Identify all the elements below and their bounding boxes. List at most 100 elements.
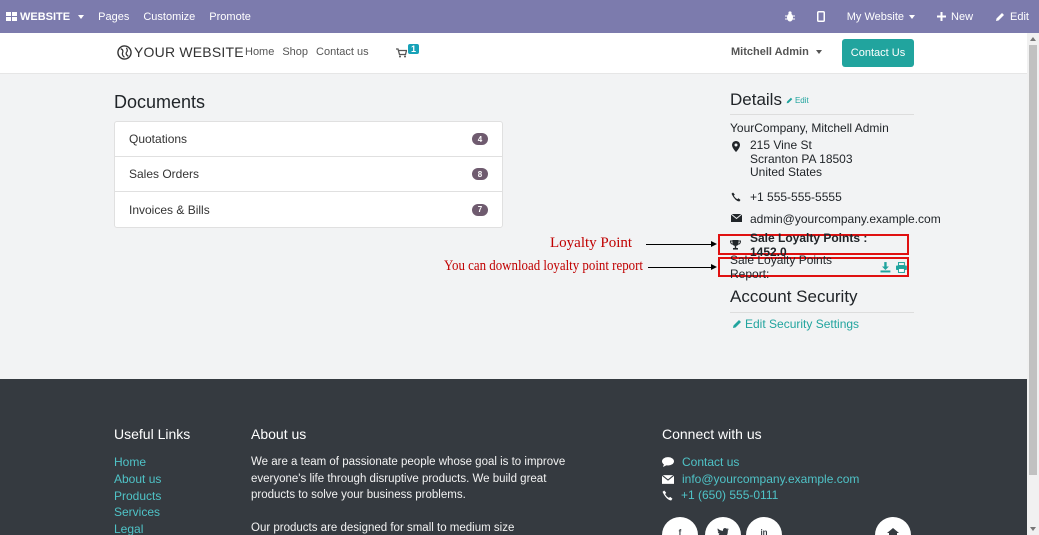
scroll-down-icon[interactable] [1030, 527, 1036, 531]
loyalty-report-box: Sale Loyalty Points Report: [718, 253, 909, 281]
details-edit-link[interactable]: Edit [786, 96, 809, 105]
annotation-arrowhead [711, 264, 717, 270]
phone-row: +1 555-555-5555 [730, 190, 842, 204]
account-security-title: Account Security [730, 287, 858, 306]
edit-security-settings-link[interactable]: Edit Security Settings [732, 317, 859, 331]
about-us-title: About us [251, 426, 307, 442]
plus-icon [937, 12, 947, 21]
connect-title: Connect with us [662, 426, 762, 442]
annotation-arrowhead [711, 241, 717, 247]
twitter-icon[interactable] [705, 517, 741, 535]
doc-item-label: Sales Orders [129, 167, 200, 181]
scrollbar-thumb[interactable] [1029, 45, 1037, 475]
doc-item-label: Invoices & Bills [129, 202, 210, 217]
loyalty-report-annotation: You can download loyalty point report [444, 258, 643, 274]
user-menu[interactable]: Mitchell Admin [731, 46, 822, 58]
connect-contact-us[interactable]: Contact us [662, 454, 859, 471]
footer-link-home[interactable]: Home [114, 454, 161, 471]
chevron-down-icon [909, 14, 916, 19]
menu-pages[interactable]: Pages [98, 11, 129, 23]
address-line: United States [750, 165, 823, 179]
nav-home[interactable]: Home [245, 46, 274, 58]
phone-icon [731, 192, 741, 202]
apps-menu-button[interactable]: WEBSITE [6, 10, 85, 23]
page-scrollbar[interactable] [1027, 33, 1039, 535]
nav-contact-us[interactable]: Contact us [316, 46, 369, 58]
nav-shop[interactable]: Shop [282, 46, 308, 58]
phone-number: +1 555-555-5555 [750, 190, 842, 204]
download-icon[interactable] [880, 261, 891, 273]
connect-phone[interactable]: +1 (650) 555-0111 [662, 487, 859, 504]
loyalty-points-box: Sale Loyalty Points : 1452.0 [718, 231, 909, 259]
facebook-icon[interactable]: f [662, 517, 698, 535]
doc-item-invoices-bills[interactable]: Invoices & Bills 7 [115, 192, 502, 227]
connect-email[interactable]: info@yourcompany.example.com [662, 471, 859, 488]
menu-promote[interactable]: Promote [209, 11, 251, 23]
connect-text: Contact us [682, 455, 740, 469]
odoo-top-bar: WEBSITE Pages Customize Promote My Websi… [0, 0, 1039, 33]
phone-icon [662, 490, 673, 501]
edit-button[interactable]: Edit [995, 11, 1029, 23]
chevron-down-icon [78, 14, 85, 19]
pencil-icon [786, 97, 793, 103]
connect-text: +1 (650) 555-0111 [681, 488, 779, 503]
useful-links-list: Home About us Products Services Legal [114, 454, 161, 535]
edit-label: Edit [1010, 10, 1029, 23]
home-icon[interactable] [875, 517, 911, 535]
details-title: Details [730, 90, 782, 109]
edit-security-label: Edit Security Settings [745, 317, 860, 331]
footer-link-legal[interactable]: Legal [114, 521, 161, 535]
new-button[interactable]: New [937, 11, 973, 23]
print-icon[interactable] [896, 261, 908, 273]
scroll-up-icon[interactable] [1030, 37, 1036, 41]
website-label: My Website [846, 10, 905, 23]
loyalty-point-annotation: Loyalty Point [550, 235, 633, 251]
main-nav: Home Shop Contact us [245, 46, 369, 58]
address-line: 215 Vine St [750, 138, 812, 152]
details-panel: Details Edit YourCompany, Mitchell Admin [730, 90, 914, 135]
user-name: Mitchell Admin [731, 46, 809, 58]
trophy-icon [730, 239, 741, 250]
site-footer: Useful Links Home About us Products Serv… [0, 379, 1027, 535]
pencil-icon [733, 320, 741, 328]
useful-links-title: Useful Links [114, 426, 191, 442]
envelope-icon [730, 214, 742, 222]
footer-link-products[interactable]: Products [114, 488, 161, 505]
contact-us-button[interactable]: Contact Us [842, 39, 914, 67]
footer-link-services[interactable]: Services [114, 504, 161, 521]
bug-icon[interactable] [784, 11, 795, 22]
shopping-cart-icon [396, 48, 407, 58]
logo-text: YOUR WEBSITE [134, 44, 244, 60]
website-switcher[interactable]: My Website [846, 10, 916, 23]
doc-count-badge: 4 [472, 133, 488, 145]
doc-item-label: Quotations [129, 132, 188, 146]
doc-item-quotations[interactable]: Quotations 4 [115, 122, 502, 157]
apps-grid-icon [6, 12, 17, 21]
email-address: admin@yourcompany.example.com [750, 212, 941, 226]
pencil-icon [996, 12, 1005, 21]
divider [730, 312, 914, 313]
customer-name: YourCompany, Mitchell Admin [730, 121, 889, 135]
documents-list: Quotations 4 Sales Orders 8 Invoices & B… [114, 121, 503, 228]
doc-count-badge: 7 [472, 203, 488, 216]
email-row: admin@yourcompany.example.com [730, 212, 941, 226]
comment-icon [662, 457, 674, 468]
apps-label: WEBSITE [20, 10, 71, 23]
address-line: Scranton PA 18503 [750, 151, 853, 166]
footer-link-about-us[interactable]: About us [114, 471, 161, 488]
edit-label: Edit [794, 95, 809, 105]
linkedin-icon[interactable]: in [746, 517, 782, 535]
divider [730, 114, 914, 115]
doc-item-sales-orders[interactable]: Sales Orders 8 [115, 157, 502, 192]
loyalty-report-label: Sale Loyalty Points Report: [730, 253, 833, 281]
doc-count-badge: 8 [472, 168, 488, 180]
site-logo[interactable]: YOUR WEBSITE [117, 44, 244, 60]
cart-link[interactable]: 1 [396, 44, 420, 58]
annotation-arrow-line [646, 244, 712, 245]
menu-customize[interactable]: Customize [143, 11, 195, 23]
annotation-arrow-line [648, 267, 712, 268]
address-row: 215 Vine St Scranton PA 18503 United Sta… [730, 138, 853, 180]
connect-list: Contact us info@yourcompany.example.com … [662, 454, 859, 504]
about-us-text: We are a team of passionate people whose… [251, 454, 581, 535]
mobile-icon[interactable] [816, 11, 825, 22]
